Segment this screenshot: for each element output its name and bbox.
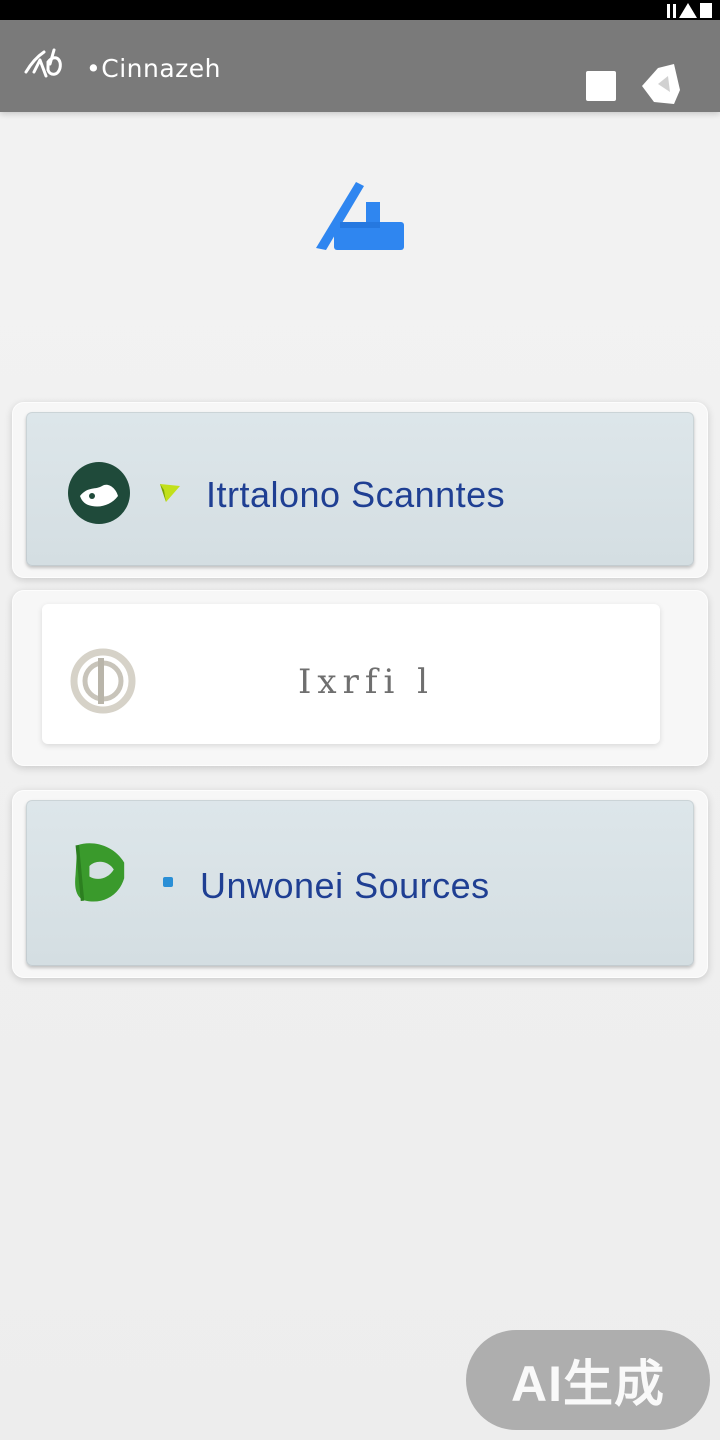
status-bar [0, 0, 720, 20]
signal-icon-bar [673, 4, 676, 18]
app-bar: •Cinnazeh [0, 20, 720, 112]
menu-item-card-1[interactable]: Itrtalono Scanntes [12, 402, 708, 578]
leaf-circle-icon [68, 462, 130, 524]
menu-item-label: Itrtalono Scanntes [206, 474, 506, 515]
leaf-logo-icon[interactable] [20, 42, 68, 90]
menu-item-card-2[interactable]: Ixrfi l [12, 590, 708, 766]
gray-ring-icon [70, 648, 136, 714]
app-screen: •Cinnazeh Itrtalono Scanntes Ixrfi l Unw… [0, 0, 720, 1440]
ai-generated-watermark: AI生成 [466, 1330, 710, 1430]
triangle-bullet-icon [160, 484, 180, 502]
dot-bullet-icon [163, 877, 173, 887]
menu-item-card-3[interactable]: Unwonei Sources [12, 790, 708, 978]
menu-item-label: Ixrfi l [298, 662, 434, 702]
green-leaf-icon [75, 843, 125, 902]
stop-square-icon[interactable] [586, 71, 616, 101]
tag-icon[interactable] [636, 62, 684, 108]
signal-icon [667, 4, 670, 18]
app-title: •Cinnazeh [86, 54, 222, 83]
wifi-icon [679, 3, 697, 18]
battery-icon [700, 3, 712, 18]
status-icons [667, 2, 712, 18]
menu-item-label: Unwonei Sources [200, 865, 490, 906]
brand-a-logo-icon [316, 182, 404, 250]
